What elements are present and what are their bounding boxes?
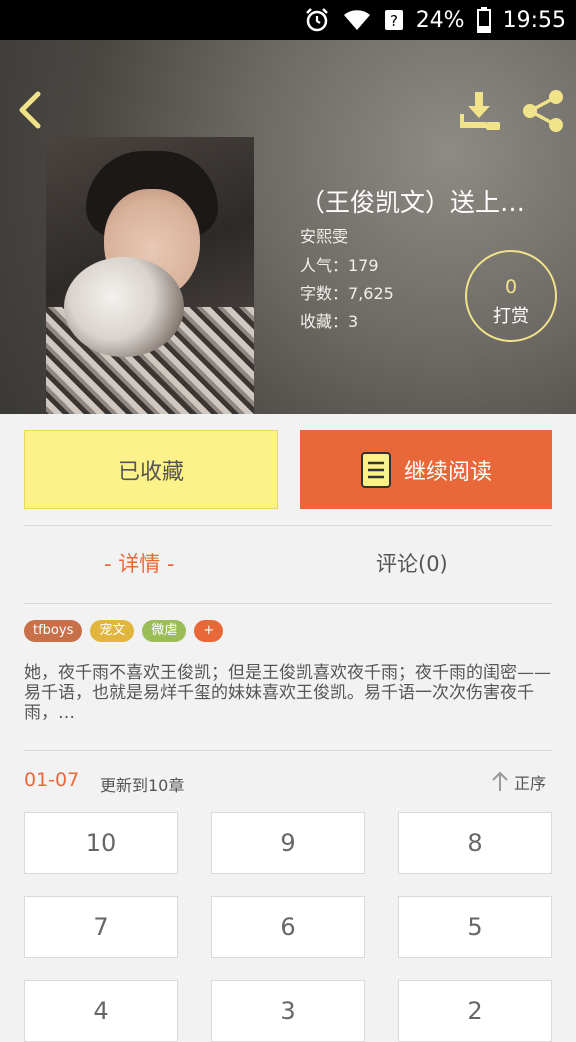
update-status: 更新到10章 <box>100 776 185 795</box>
reward-count: 0 <box>504 276 518 298</box>
add-tag-button[interactable]: + <box>194 620 224 642</box>
book-title: （王俊凯文）送上… <box>300 188 526 217</box>
reward-label: 打赏 <box>493 306 529 327</box>
arrow-up-icon <box>492 771 508 791</box>
chapter-button[interactable]: 6 <box>211 896 365 958</box>
battery-percent: 24% <box>415 7 465 33</box>
chapter-button[interactable]: 3 <box>211 980 365 1042</box>
book-header <box>0 40 576 414</box>
continue-reading-button[interactable]: 继续阅读 <box>300 430 552 509</box>
divider <box>24 603 552 604</box>
sort-order-label: 正序 <box>514 774 547 793</box>
tag-list: tfboys 宠文 微虐 + <box>24 620 224 642</box>
download-button[interactable] <box>456 90 502 132</box>
chapter-button[interactable]: 9 <box>211 812 365 874</box>
update-date: 01-07 <box>24 769 80 791</box>
share-button[interactable] <box>520 88 566 134</box>
reward-button[interactable]: 0 打赏 <box>465 250 557 342</box>
book-word-count: 字数：7,625 <box>300 284 394 303</box>
tab-comments[interactable]: 评论(0) <box>376 548 448 578</box>
book-cover-image <box>46 137 254 414</box>
chapter-button[interactable]: 4 <box>24 980 178 1042</box>
download-icon <box>460 92 500 130</box>
chapter-button[interactable]: 2 <box>398 980 552 1042</box>
signal-icon: ? <box>384 8 404 32</box>
divider <box>24 750 552 751</box>
tag-pampering[interactable]: 宠文 <box>90 620 135 642</box>
status-bar: ? 24% 19:55 <box>0 0 576 40</box>
book-icon <box>360 451 391 488</box>
continue-reading-label: 继续阅读 <box>403 459 492 485</box>
wifi-icon <box>342 8 372 32</box>
chapter-button[interactable]: 10 <box>24 812 178 874</box>
clock: 19:55 <box>502 7 566 33</box>
tag-mild-angst[interactable]: 微虐 <box>142 620 187 642</box>
chapter-grid: 10 9 8 7 6 5 4 3 2 <box>24 812 552 1042</box>
svg-text:?: ? <box>390 12 398 30</box>
favorited-label: 已收藏 <box>117 459 184 485</box>
alarm-icon <box>304 7 330 33</box>
chapter-button[interactable]: 5 <box>398 896 552 958</box>
book-description: 她，夜千雨不喜欢王俊凯；但是王俊凯喜欢夜千雨；夜千雨的闺密——易千语，也就是易烊… <box>24 663 551 723</box>
sort-order-button[interactable]: 正序 <box>490 770 546 794</box>
battery-icon <box>476 7 491 33</box>
divider <box>24 525 552 526</box>
back-arrow-icon <box>19 91 41 129</box>
book-favorites: 收藏：3 <box>300 312 359 331</box>
back-button[interactable] <box>14 88 48 132</box>
book-author: 安熙雯 <box>300 227 349 246</box>
share-icon <box>523 90 563 132</box>
tag-tfboys[interactable]: tfboys <box>24 620 83 642</box>
chapter-button[interactable]: 8 <box>398 812 552 874</box>
chapter-button[interactable]: 7 <box>24 896 178 958</box>
book-popularity: 人气：179 <box>300 256 379 275</box>
favorited-button[interactable]: 已收藏 <box>24 430 278 509</box>
tab-details[interactable]: - 详情 - <box>104 548 175 578</box>
